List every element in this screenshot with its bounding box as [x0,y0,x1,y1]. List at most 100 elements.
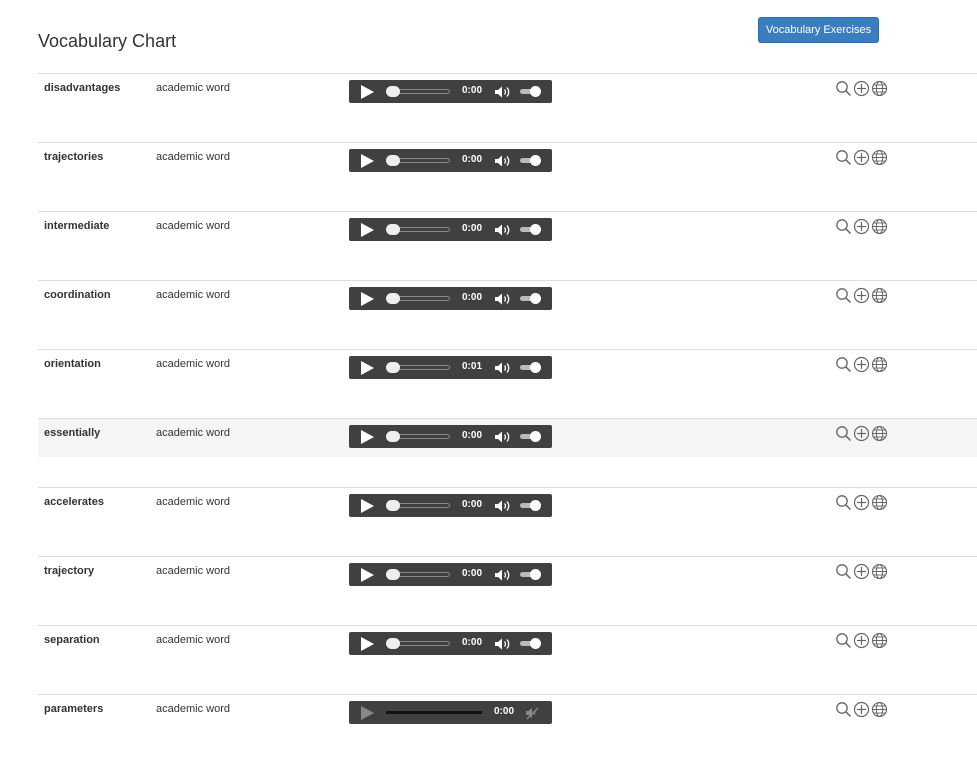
progress-bar[interactable] [386,500,450,511]
audio-player[interactable]: 0:00 [349,701,552,724]
search-icon[interactable] [835,494,852,511]
play-button[interactable] [361,637,374,651]
volume-icon[interactable] [494,499,514,513]
search-icon[interactable] [835,218,852,235]
audio-player[interactable]: 0:00 [349,149,552,172]
progress-bar[interactable] [386,431,450,442]
time-display: 0:00 [462,85,483,96]
add-circle-icon[interactable] [853,356,870,373]
time-display: 0:00 [462,292,483,303]
vocab-word: trajectory [44,565,95,577]
progress-handle[interactable] [386,293,400,304]
search-icon[interactable] [835,356,852,373]
volume-handle[interactable] [530,293,541,304]
progress-handle[interactable] [386,569,400,580]
add-circle-icon[interactable] [853,425,870,442]
play-button[interactable] [361,499,374,513]
play-button[interactable] [361,706,374,720]
audio-player[interactable]: 0:00 [349,632,552,655]
table-row: coordination academic word 0:00 [38,280,977,349]
vocab-word: separation [44,634,100,646]
progress-handle[interactable] [386,431,400,442]
add-circle-icon[interactable] [853,494,870,511]
progress-bar[interactable] [386,86,450,97]
globe-icon[interactable] [871,563,888,580]
add-circle-icon[interactable] [853,218,870,235]
add-circle-icon[interactable] [853,287,870,304]
vocabulary-exercises-button[interactable]: Vocabulary Exercises [758,17,879,43]
audio-player[interactable]: 0:00 [349,494,552,517]
play-button[interactable] [361,430,374,444]
audio-player[interactable]: 0:00 [349,287,552,310]
add-circle-icon[interactable] [853,80,870,97]
volume-icon[interactable] [494,430,514,444]
globe-icon[interactable] [871,218,888,235]
volume-icon[interactable] [494,223,514,237]
globe-icon[interactable] [871,287,888,304]
globe-icon[interactable] [871,149,888,166]
add-circle-icon[interactable] [853,701,870,718]
search-icon[interactable] [835,287,852,304]
volume-icon[interactable] [494,361,514,375]
audio-player[interactable]: 0:00 [349,80,552,103]
progress-bar[interactable] [386,638,450,649]
volume-handle[interactable] [530,362,541,373]
progress-bar[interactable] [386,224,450,235]
progress-handle[interactable] [386,86,400,97]
search-icon[interactable] [835,425,852,442]
table-row: trajectory academic word 0:00 [38,556,977,625]
progress-bar[interactable] [386,155,450,166]
vocab-word: disadvantages [44,82,121,94]
progress-bar[interactable] [386,569,450,580]
audio-player[interactable]: 0:00 [349,425,552,448]
volume-handle[interactable] [530,224,541,235]
vocab-word: parameters [44,703,104,715]
play-button[interactable] [361,223,374,237]
add-circle-icon[interactable] [853,632,870,649]
progress-bar[interactable] [386,293,450,304]
volume-icon[interactable] [494,154,514,168]
progress-handle[interactable] [386,155,400,166]
progress-handle[interactable] [386,500,400,511]
volume-handle[interactable] [530,638,541,649]
search-icon[interactable] [835,701,852,718]
volume-handle[interactable] [530,155,541,166]
progress-handle[interactable] [386,362,400,373]
volume-handle[interactable] [530,431,541,442]
globe-icon[interactable] [871,701,888,718]
audio-player[interactable]: 0:00 [349,563,552,586]
progress-bar[interactable] [386,362,450,373]
globe-icon[interactable] [871,494,888,511]
play-button[interactable] [361,568,374,582]
search-icon[interactable] [835,632,852,649]
progress-handle[interactable] [386,224,400,235]
add-circle-icon[interactable] [853,563,870,580]
play-button[interactable] [361,292,374,306]
play-button[interactable] [361,154,374,168]
play-button[interactable] [361,85,374,99]
progress-handle[interactable] [386,638,400,649]
search-icon[interactable] [835,80,852,97]
table-row: intermediate academic word 0:00 [38,211,977,280]
volume-icon[interactable] [494,292,514,306]
search-icon[interactable] [835,563,852,580]
audio-player[interactable]: 0:00 [349,218,552,241]
search-icon[interactable] [835,149,852,166]
globe-icon[interactable] [871,356,888,373]
audio-player[interactable]: 0:01 [349,356,552,379]
volume-handle[interactable] [530,569,541,580]
table-row: essentially academic word 0:00 [38,418,977,487]
volume-icon[interactable] [494,637,514,651]
mute-icon[interactable] [525,706,539,720]
globe-icon[interactable] [871,632,888,649]
globe-icon[interactable] [871,425,888,442]
play-button[interactable] [361,361,374,375]
progress-bar[interactable] [386,711,482,714]
volume-handle[interactable] [530,500,541,511]
add-circle-icon[interactable] [853,149,870,166]
word-type: academic word [156,151,230,163]
volume-icon[interactable] [494,568,514,582]
volume-handle[interactable] [530,86,541,97]
volume-icon[interactable] [494,85,514,99]
globe-icon[interactable] [871,80,888,97]
